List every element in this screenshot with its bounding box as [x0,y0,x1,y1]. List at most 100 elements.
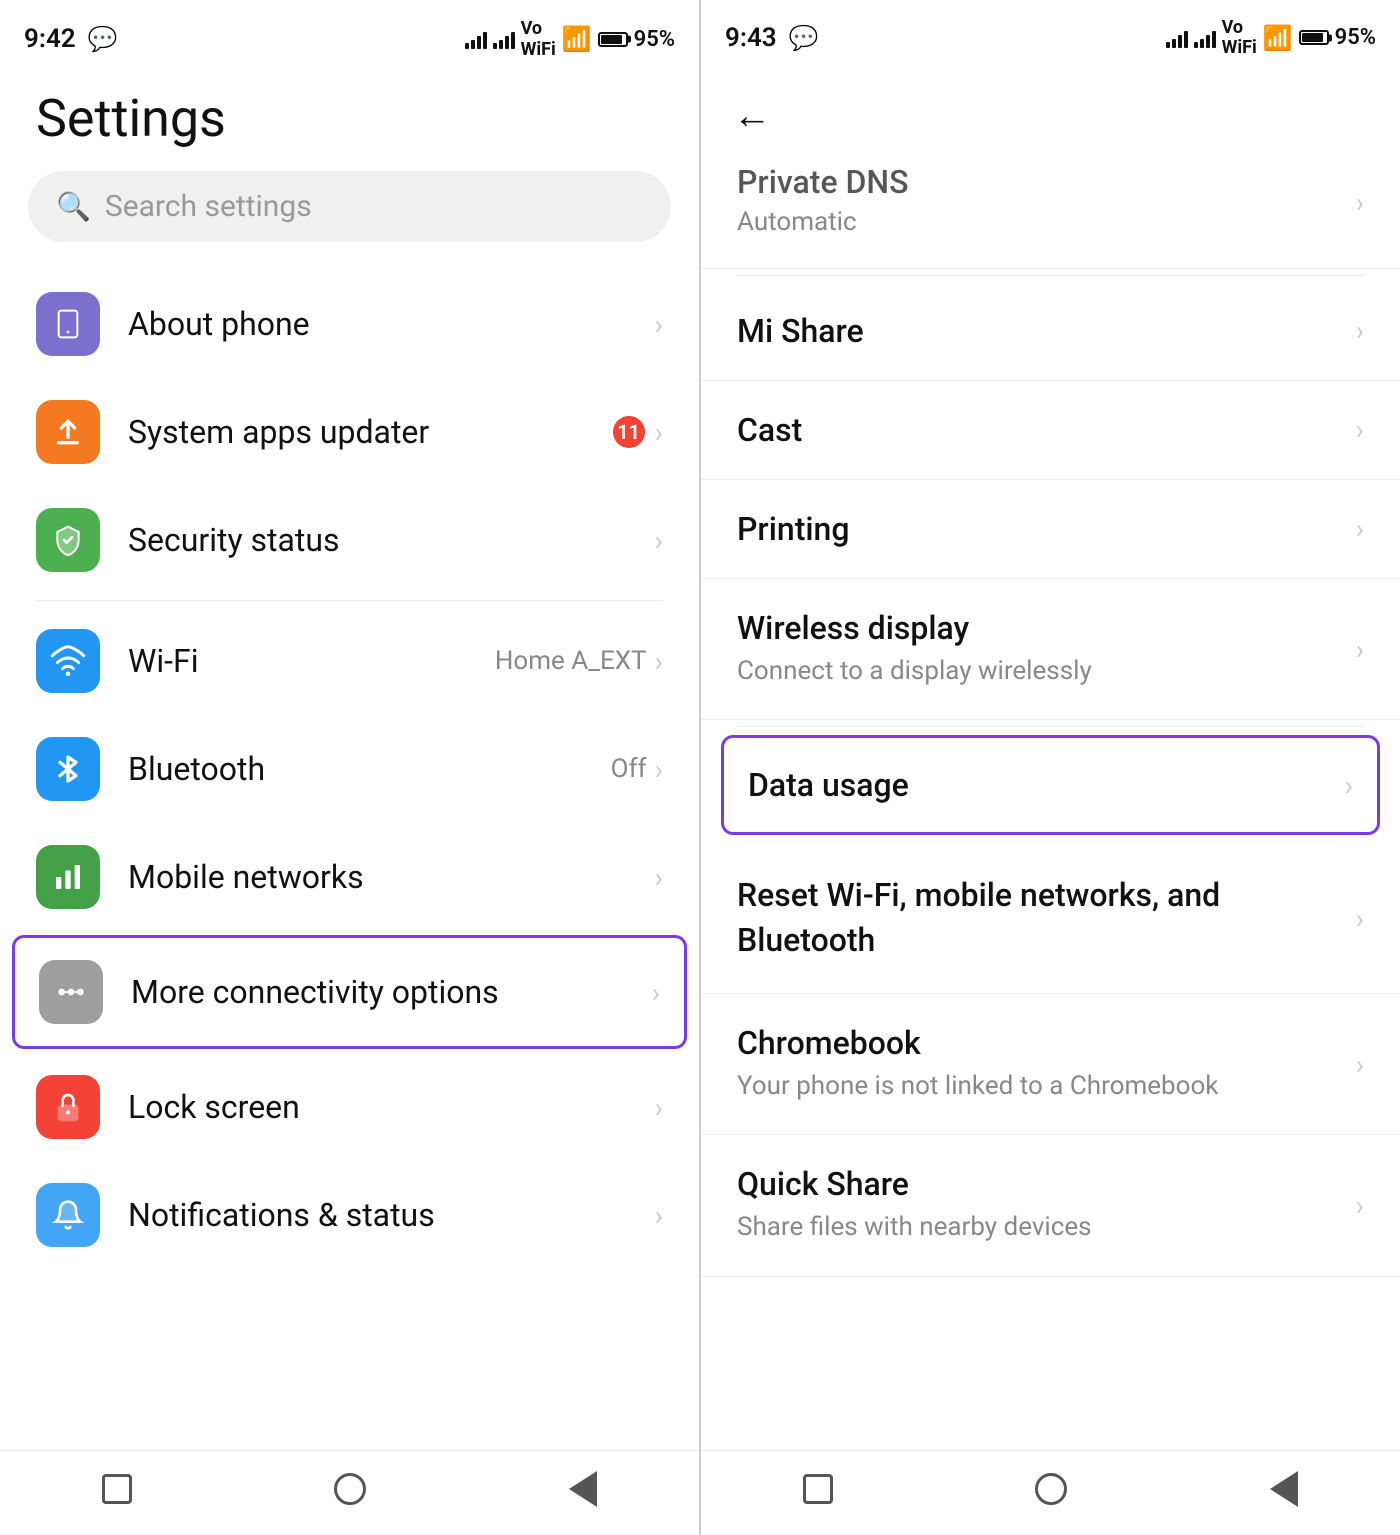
search-bar[interactable]: 🔍 Search settings [28,171,671,242]
about-phone-icon [36,292,100,356]
right-panel: 9:43 💬 VoWiFi 📶 95% ← [701,0,1400,1535]
mobile-networks-chevron: › [655,861,663,894]
page-title-left: Settings [0,70,699,171]
data-usage-chevron: › [1345,769,1353,802]
chromebook-chevron: › [1356,1048,1364,1081]
partial-item-private-dns[interactable]: Private DNS Automatic › [701,156,1400,269]
notifications-icon [36,1183,100,1247]
signal-icon [465,29,487,49]
nav-bar-right [701,1450,1400,1535]
printing-chevron: › [1356,512,1364,545]
quick-share-sub: Share files with nearby devices [737,1209,1356,1245]
settings-item-security-status[interactable]: Security status › [0,486,699,594]
divider-1 [36,600,663,601]
nav-home-left[interactable] [332,1471,368,1507]
left-panel: 9:42 💬 VoWiFi 📶 95% Settings 🔍 Search se… [0,0,701,1535]
more-connectivity-chevron: › [652,976,660,1009]
settings-item-system-apps[interactable]: System apps updater 11 › [0,378,699,486]
private-dns-label: Private DNS [737,166,1356,198]
right-item-reset-wifi[interactable]: Reset Wi-Fi, mobile networks, and Blueto… [701,843,1400,994]
lock-screen-label: Lock screen [128,1088,655,1126]
whatsapp-icon: 💬 [88,25,118,53]
about-phone-label: About phone [128,305,655,343]
bluetooth-chevron: › [655,753,663,786]
quick-share-label: Quick Share [737,1165,1356,1203]
quick-share-chevron: › [1356,1189,1364,1222]
wifi-meta: Home A_EXT [495,646,647,676]
wireless-display-sub: Connect to a display wirelessly [737,653,1356,689]
nav-back-left[interactable] [565,1471,601,1507]
cast-chevron: › [1356,413,1364,446]
right-settings-list: Private DNS Automatic › Mi Share › Cast … [701,156,1400,1450]
status-bar-left: 9:42 💬 VoWiFi 📶 95% [0,0,699,70]
reset-wifi-label: Reset Wi-Fi, mobile networks, and Blueto… [737,873,1356,963]
nav-back-right[interactable] [1266,1471,1302,1507]
security-status-icon [36,508,100,572]
nav-recents-left[interactable] [99,1471,135,1507]
data-usage-label: Data usage [748,766,1345,804]
signal-icon-right [1166,28,1188,48]
right-item-quick-share[interactable]: Quick Share Share files with nearby devi… [701,1135,1400,1276]
whatsapp-icon-right: 💬 [789,24,819,52]
mobile-networks-icon [36,845,100,909]
signal-icon-2 [493,29,515,49]
bluetooth-icon [36,737,100,801]
status-bar-right: 9:43 💬 VoWiFi 📶 95% [701,0,1400,68]
right-item-cast[interactable]: Cast › [701,381,1400,480]
bluetooth-label: Bluetooth [128,750,611,788]
settings-item-about-phone[interactable]: About phone › [0,270,699,378]
vowifi-icon-right: VoWiFi [1222,18,1257,58]
system-apps-label: System apps updater [128,413,613,451]
right-item-printing[interactable]: Printing › [701,480,1400,579]
wifi-label: Wi-Fi [128,642,495,680]
settings-list: About phone › System apps updater 11 › [0,270,699,1450]
settings-item-bluetooth[interactable]: Bluetooth Off › [0,715,699,823]
more-connectivity-label: More connectivity options [131,973,652,1011]
status-icons-right: VoWiFi 📶 95% [1166,18,1376,58]
wifi-chevron: › [655,645,663,678]
time-right: 9:43 [725,23,777,53]
settings-item-lock-screen[interactable]: Lock screen › [0,1053,699,1161]
search-placeholder: Search settings [105,189,312,224]
more-connectivity-icon [39,960,103,1024]
mobile-networks-label: Mobile networks [128,858,655,896]
right-item-wireless-display[interactable]: Wireless display Connect to a display wi… [701,579,1400,720]
settings-item-notifications[interactable]: Notifications & status › [0,1161,699,1269]
wireless-display-label: Wireless display [737,609,1356,647]
chromebook-label: Chromebook [737,1024,1356,1062]
private-dns-sub: Automatic [737,204,1356,240]
system-apps-chevron: › [655,416,663,449]
about-phone-chevron: › [655,308,663,341]
back-button[interactable]: ← [729,86,787,146]
search-icon: 🔍 [56,190,91,223]
settings-item-more-connectivity[interactable]: More connectivity options › [12,935,687,1049]
security-status-chevron: › [655,524,663,557]
nav-recents-right[interactable] [800,1471,836,1507]
cast-label: Cast [737,411,1356,449]
mi-share-label: Mi Share [737,312,1356,350]
battery-indicator-right: 95% [1299,25,1376,50]
nav-home-right[interactable] [1033,1471,1069,1507]
wireless-display-chevron: › [1356,633,1364,666]
printing-label: Printing [737,510,1356,548]
status-icons-left: VoWiFi 📶 95% [465,18,675,60]
signal-icon-right-2 [1194,28,1216,48]
notifications-chevron: › [655,1199,663,1232]
settings-item-mobile-networks[interactable]: Mobile networks › [0,823,699,931]
lock-screen-chevron: › [655,1091,663,1124]
reset-wifi-chevron: › [1356,902,1364,935]
divider-right-2 [737,726,1364,727]
right-item-chromebook[interactable]: Chromebook Your phone is not linked to a… [701,994,1400,1135]
right-item-data-usage[interactable]: Data usage › [721,735,1380,835]
right-header: ← [701,68,1400,156]
settings-item-wifi[interactable]: Wi-Fi Home A_EXT › [0,607,699,715]
system-apps-icon [36,400,100,464]
time-left: 9:42 [24,24,76,54]
right-item-mi-share[interactable]: Mi Share › [701,282,1400,381]
private-dns-chevron: › [1356,186,1364,219]
bluetooth-meta: Off [611,754,647,784]
nav-bar-left [0,1450,699,1535]
lock-screen-icon [36,1075,100,1139]
wifi-settings-icon [36,629,100,693]
security-status-label: Security status [128,521,655,559]
